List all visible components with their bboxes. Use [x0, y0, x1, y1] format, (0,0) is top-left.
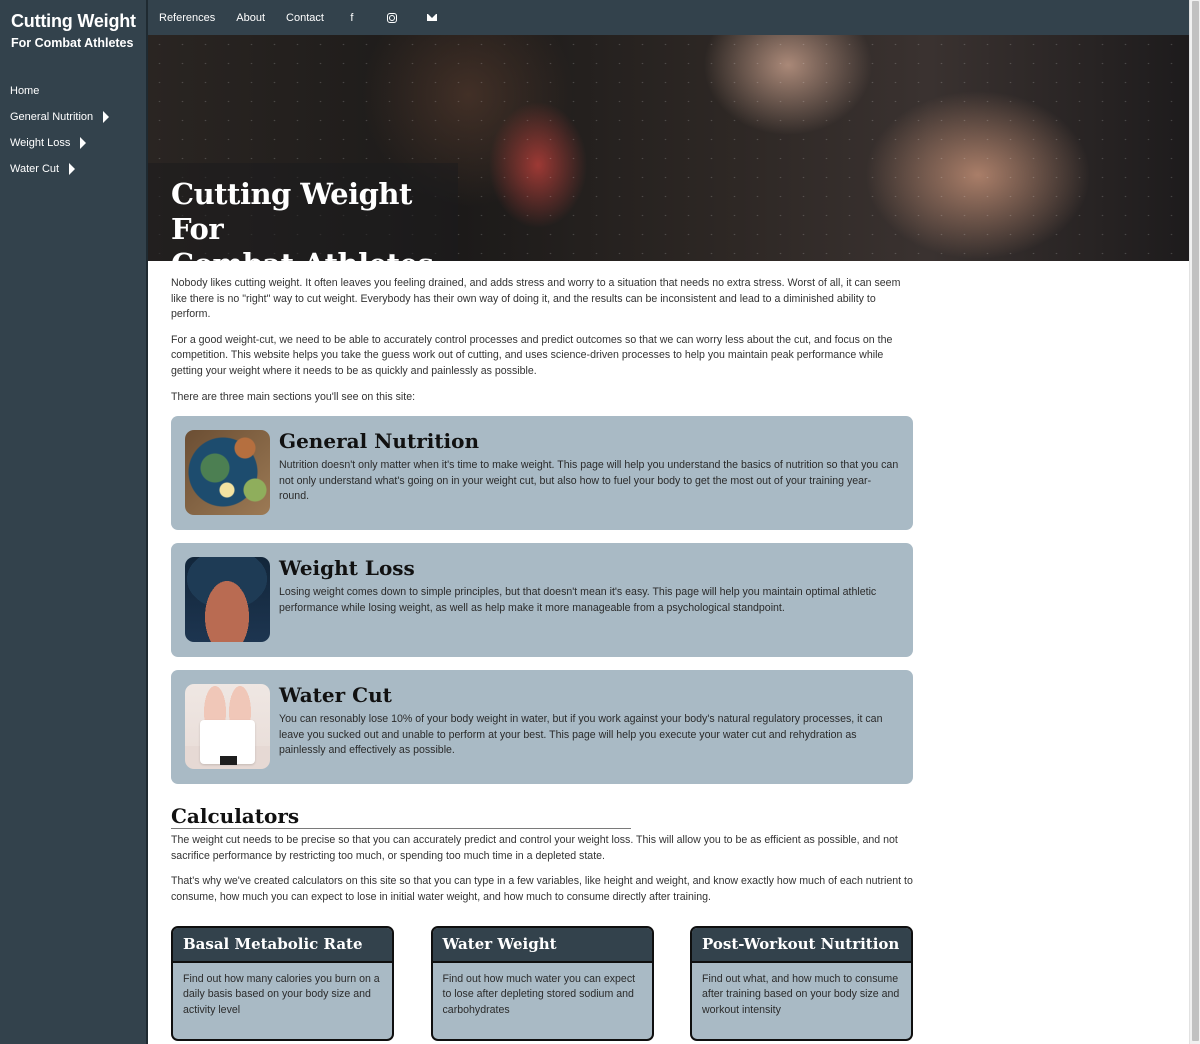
chevron-right-icon	[80, 137, 87, 149]
section-card-general-nutrition[interactable]: General Nutrition Nutrition doesn't only…	[171, 416, 913, 531]
sections-list: General Nutrition Nutrition doesn't only…	[171, 416, 913, 785]
intro-paragraph: Nobody likes cutting weight. It often le…	[171, 277, 901, 321]
section-text: You can resonably lose 10% of your body …	[279, 713, 883, 757]
brand-subtitle[interactable]: For Combat Athletes	[11, 36, 136, 50]
nav-link-references[interactable]: References	[159, 12, 215, 24]
calculator-card-bmr[interactable]: Basal Metabolic Rate Find out how many c…	[171, 925, 394, 1041]
section-card-weight-loss[interactable]: Weight Loss Losing weight comes down to …	[171, 543, 913, 658]
sidebar-item-label: Water Cut	[10, 163, 60, 175]
hero-title-box: Cutting Weight For Combat Athletes	[148, 163, 458, 261]
calculator-card-water-weight[interactable]: Water Weight Find out how much water you…	[430, 925, 654, 1041]
section-text: Losing weight comes down to simple princ…	[279, 586, 877, 614]
calculator-card-post-workout[interactable]: Post-Workout Nutrition Find out what, an…	[690, 925, 913, 1041]
hero-title-line: Combat Athletes	[171, 247, 434, 261]
calculator-cards: Basal Metabolic Rate Find out how many c…	[171, 925, 913, 1041]
top-nav: References About Contact f	[148, 0, 1189, 35]
sidebar-item-water-cut[interactable]: Water Cut	[0, 156, 146, 182]
brand[interactable]: Cutting Weight For Combat Athletes	[0, 0, 146, 50]
scrollbar-thumb[interactable]	[1192, 1, 1199, 1041]
sidebar-item-label: General Nutrition	[10, 111, 94, 123]
sidebar-nav: Home General Nutrition Weight Loss Water…	[0, 78, 146, 182]
section-title[interactable]: Weight Loss	[279, 556, 899, 580]
brand-title[interactable]: Cutting Weight	[11, 10, 136, 32]
nav-link-contact[interactable]: Contact	[286, 12, 324, 24]
calculators-paragraph: The weight cut needs to be precise so th…	[171, 834, 898, 862]
calculator-description: Find out how many calories you burn on a…	[183, 972, 380, 1016]
calculator-title[interactable]: Water Weight	[443, 933, 642, 955]
bathroom-scale-image	[185, 684, 270, 770]
chevron-right-icon	[69, 163, 76, 175]
food-bowl-image	[185, 430, 270, 516]
calculator-description: Find out what, and how much to consume a…	[702, 972, 900, 1016]
calculators-heading: Calculators	[171, 804, 631, 830]
section-title[interactable]: Water Cut	[279, 683, 899, 707]
intro-paragraph: For a good weight-cut, we need to be abl…	[171, 333, 893, 377]
intro-paragraph: There are three main sections you'll see…	[171, 390, 416, 403]
section-title[interactable]: General Nutrition	[279, 429, 899, 453]
nav-link-about[interactable]: About	[236, 12, 265, 24]
sidebar-item-weight-loss[interactable]: Weight Loss	[0, 130, 146, 156]
calculators-paragraph: That's why we've created calculators on …	[171, 875, 913, 903]
hero-title-line: Cutting Weight For	[171, 177, 412, 246]
athlete-abs-image	[185, 557, 270, 643]
sidebar-item-general-nutrition[interactable]: General Nutrition	[0, 104, 146, 130]
section-card-water-cut[interactable]: Water Cut You can resonably lose 10% of …	[171, 670, 913, 785]
facebook-icon[interactable]: f	[345, 12, 359, 24]
hero-banner: Cutting Weight For Combat Athletes	[148, 35, 1189, 261]
sidebar: Cutting Weight For Combat Athletes Home …	[0, 0, 148, 1044]
main-content: Nobody likes cutting weight. It often le…	[171, 276, 913, 1041]
chevron-right-icon	[103, 111, 110, 123]
calculator-title[interactable]: Post-Workout Nutrition	[702, 933, 901, 955]
page-scrollbar[interactable]	[1189, 0, 1200, 1044]
sidebar-item-home[interactable]: Home	[0, 78, 146, 104]
section-text: Nutrition doesn't only matter when it's …	[279, 459, 899, 503]
sidebar-item-label: Home	[10, 85, 40, 97]
calculator-description: Find out how much water you can expect t…	[442, 972, 636, 1016]
instagram-icon[interactable]	[385, 12, 399, 23]
mail-icon[interactable]	[425, 14, 439, 21]
hero-title: Cutting Weight For Combat Athletes	[171, 177, 458, 261]
calculator-title[interactable]: Basal Metabolic Rate	[183, 933, 382, 955]
sidebar-item-label: Weight Loss	[10, 137, 71, 149]
